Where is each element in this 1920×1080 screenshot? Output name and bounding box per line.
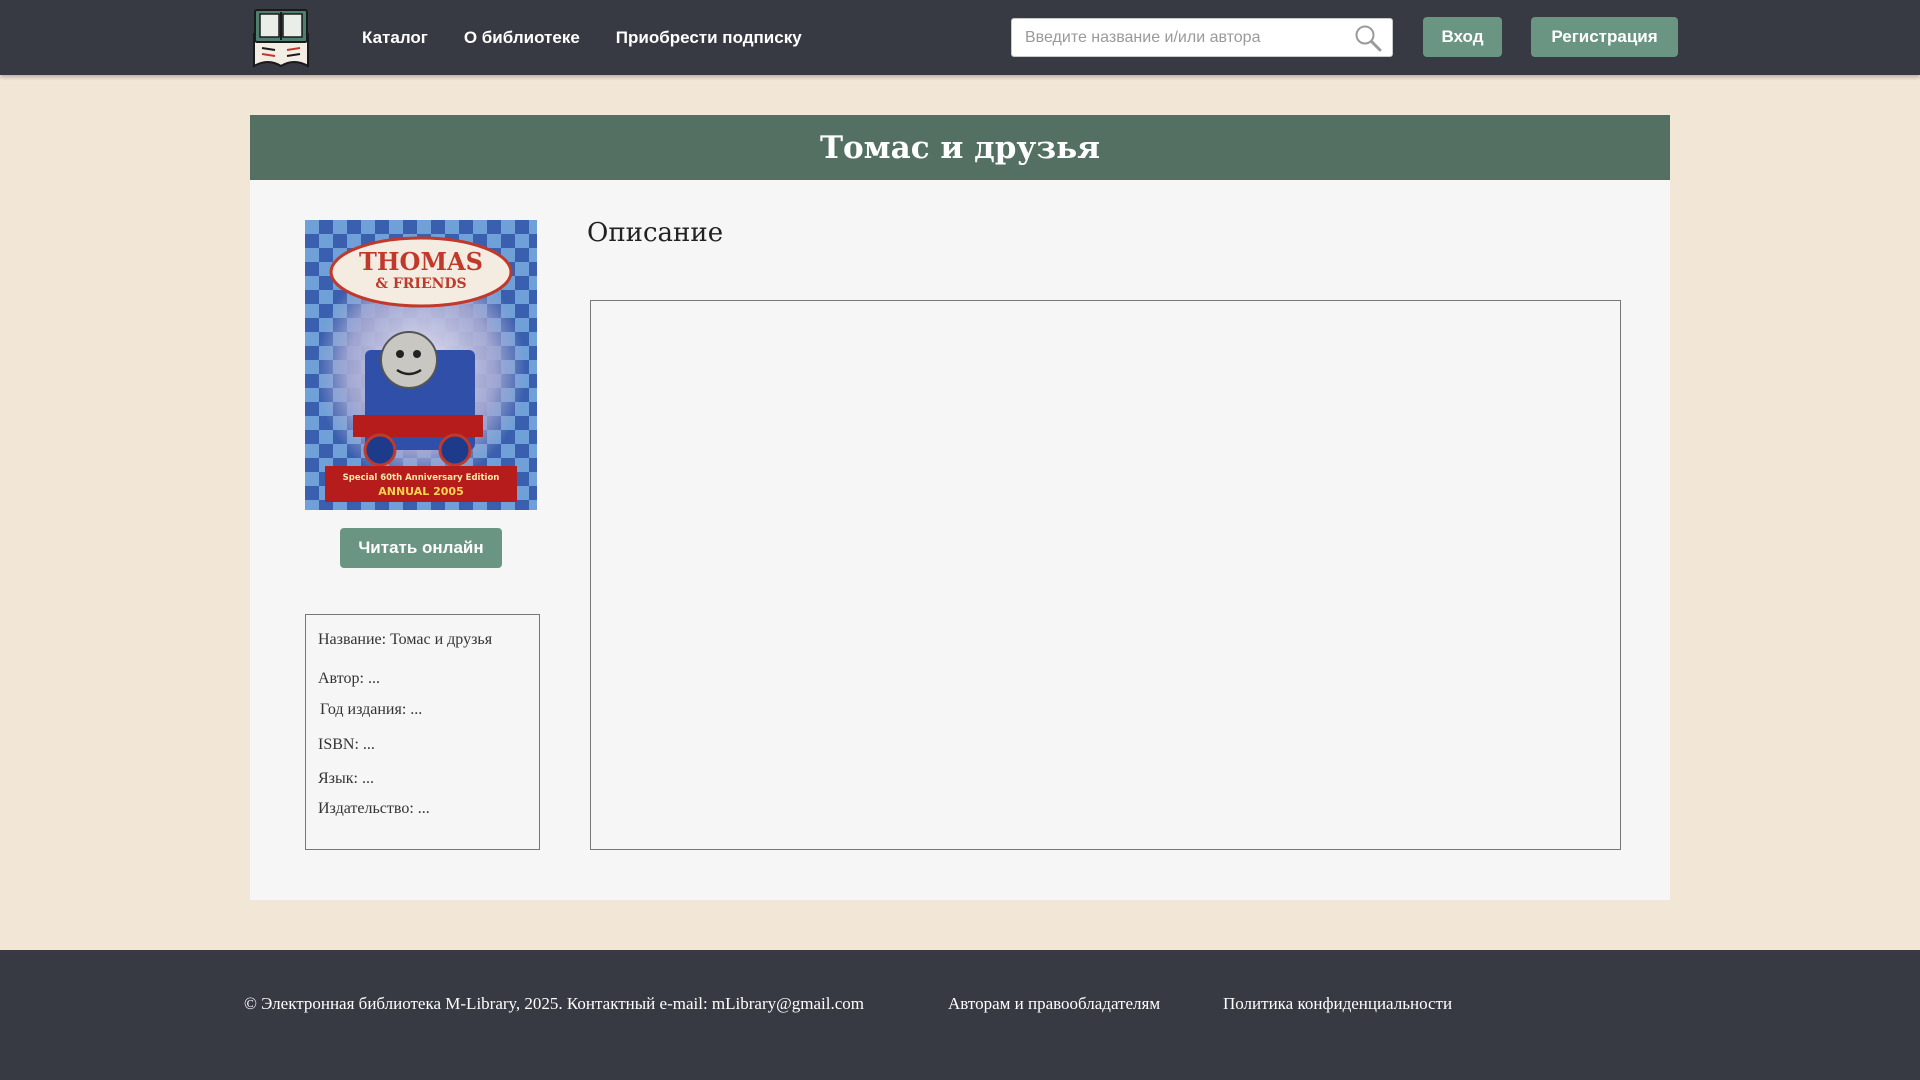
logo-icon[interactable]	[248, 4, 314, 70]
book-title: Томас и друзья	[819, 129, 1101, 166]
register-button[interactable]: Регистрация	[1531, 17, 1678, 57]
info-language: Язык: ...	[318, 770, 374, 787]
search-input[interactable]	[1012, 19, 1342, 56]
main-nav: Каталог О библиотеке Приобрести подписку	[362, 0, 838, 75]
footer-privacy-link[interactable]: Политика конфиденциальности	[1223, 994, 1452, 1014]
description-heading: Описание	[587, 218, 724, 248]
info-name: Название: Томас и друзья	[318, 631, 493, 648]
footer-copyright: © Электронная библиотека M-Library, 2025…	[244, 994, 865, 1013]
nav-subscription[interactable]: Приобрести подписку	[616, 28, 802, 48]
book-cover-art: THOMAS & FRIENDS Special 60th Anniversar…	[305, 220, 537, 510]
cover-brand-text: THOMAS	[359, 247, 483, 276]
login-button[interactable]: Вход	[1423, 17, 1502, 57]
footer-authors-link[interactable]: Авторам и правообладателям	[948, 994, 1160, 1014]
top-navbar: Каталог О библиотеке Приобрести подписку…	[0, 0, 1920, 75]
book-card: Томас и друзья THOMAS & FRIENDS Special …	[250, 115, 1670, 900]
cover-edition-text: Special 60th Anniversary Edition	[343, 473, 500, 483]
search-icon[interactable]	[1354, 24, 1382, 52]
cover-brand-sub-text: & FRIENDS	[375, 276, 466, 292]
info-isbn: ISBN: ...	[318, 736, 375, 753]
nav-about[interactable]: О библиотеке	[464, 28, 580, 48]
info-publisher: Издательство: ...	[318, 800, 430, 817]
description-box	[590, 300, 1621, 850]
cover-annual-text: ANNUAL 2005	[378, 485, 464, 498]
info-author: Автор: ...	[318, 670, 380, 687]
read-online-button[interactable]: Читать онлайн	[340, 528, 502, 568]
footer: © Электронная библиотека M-Library, 2025…	[0, 950, 1920, 1080]
book-title-bar: Томас и друзья	[250, 115, 1670, 180]
info-year: Год издания: ...	[320, 701, 423, 718]
search-box	[1011, 18, 1393, 57]
nav-catalog[interactable]: Каталог	[362, 28, 428, 48]
book-info-panel: Название: Томас и друзья Автор: ... Год …	[305, 614, 540, 850]
book-cover-image: THOMAS & FRIENDS Special 60th Anniversar…	[305, 220, 537, 510]
